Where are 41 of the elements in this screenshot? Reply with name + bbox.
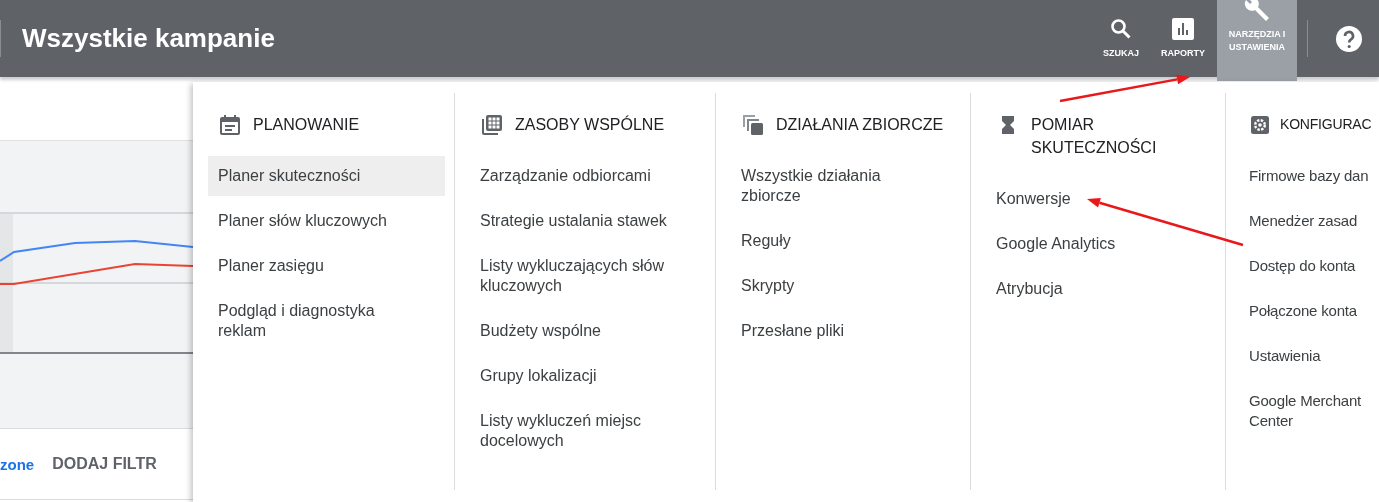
menu-item[interactable]: Firmowe bazy dan bbox=[1241, 156, 1379, 196]
settings-icon bbox=[1249, 114, 1271, 136]
menu-item[interactable]: Google Analytics bbox=[986, 224, 1216, 264]
menu-item[interactable]: Połączone konta bbox=[1241, 291, 1379, 331]
menu-item[interactable]: Listy wykluczeń miejsc docelowych bbox=[470, 401, 706, 461]
menu-item[interactable]: Menedżer zasad bbox=[1241, 201, 1379, 241]
section-heading: KONFIGURAC bbox=[1280, 115, 1372, 134]
wrench-icon bbox=[1242, 0, 1272, 22]
search-button[interactable]: SZUKAJ bbox=[1092, 0, 1149, 77]
menu-item[interactable]: Planer skuteczności bbox=[208, 156, 445, 196]
calendar-icon bbox=[219, 114, 241, 136]
menu-item[interactable]: Google Merchant Center bbox=[1241, 381, 1379, 441]
section-heading: ZASOBY WSPÓLNE bbox=[515, 114, 665, 135]
menu-item[interactable]: Planer zasięgu bbox=[208, 246, 445, 286]
menu-item[interactable]: Wszystkie działania zbiorcze bbox=[731, 156, 961, 216]
section-heading: POMIAR SKUTECZNOŚCI bbox=[1031, 115, 1158, 158]
menu-item[interactable]: Skrypty bbox=[731, 266, 961, 306]
menu-item[interactable]: Strategie ustalania stawek bbox=[470, 201, 706, 241]
filter-link[interactable]: zone bbox=[0, 455, 35, 473]
section-heading: PLANOWANIE bbox=[253, 115, 360, 135]
menu-item[interactable]: Konwersje bbox=[986, 179, 1216, 219]
page-title: Wszystkie kampanie bbox=[22, 23, 276, 54]
reports-button[interactable]: RAPORTY bbox=[1151, 0, 1215, 77]
menu-item[interactable]: Reguły bbox=[731, 221, 961, 261]
menu-item[interactable]: Planer słów kluczowych bbox=[208, 201, 445, 241]
add-filter-button[interactable]: DODAJ FILTR bbox=[52, 455, 157, 473]
menu-item[interactable]: Grupy lokalizacji bbox=[470, 356, 706, 396]
help-icon[interactable] bbox=[1335, 24, 1363, 53]
menu-item[interactable]: Dostęp do konta bbox=[1241, 246, 1379, 286]
menu-item[interactable]: Podgląd i diagnostyka reklam bbox=[208, 291, 445, 351]
menu-item[interactable]: Budżety wspólne bbox=[470, 311, 706, 351]
stacked-squares-icon bbox=[742, 114, 764, 136]
grid-icon bbox=[481, 114, 503, 136]
section-heading: DZIAŁANIA ZBIORCZE bbox=[776, 115, 944, 135]
menu-item[interactable]: Listy wykluczających słów kluczowych bbox=[470, 246, 706, 306]
menu-item[interactable]: Zarządzanie odbiorcami bbox=[470, 156, 706, 196]
menu-item[interactable]: Przesłane pliki bbox=[731, 311, 961, 351]
search-icon bbox=[1108, 17, 1133, 41]
menu-item[interactable]: Atrybucja bbox=[986, 269, 1216, 309]
bar-chart-icon bbox=[1171, 17, 1195, 41]
menu-item[interactable]: Ustawienia bbox=[1241, 336, 1379, 376]
